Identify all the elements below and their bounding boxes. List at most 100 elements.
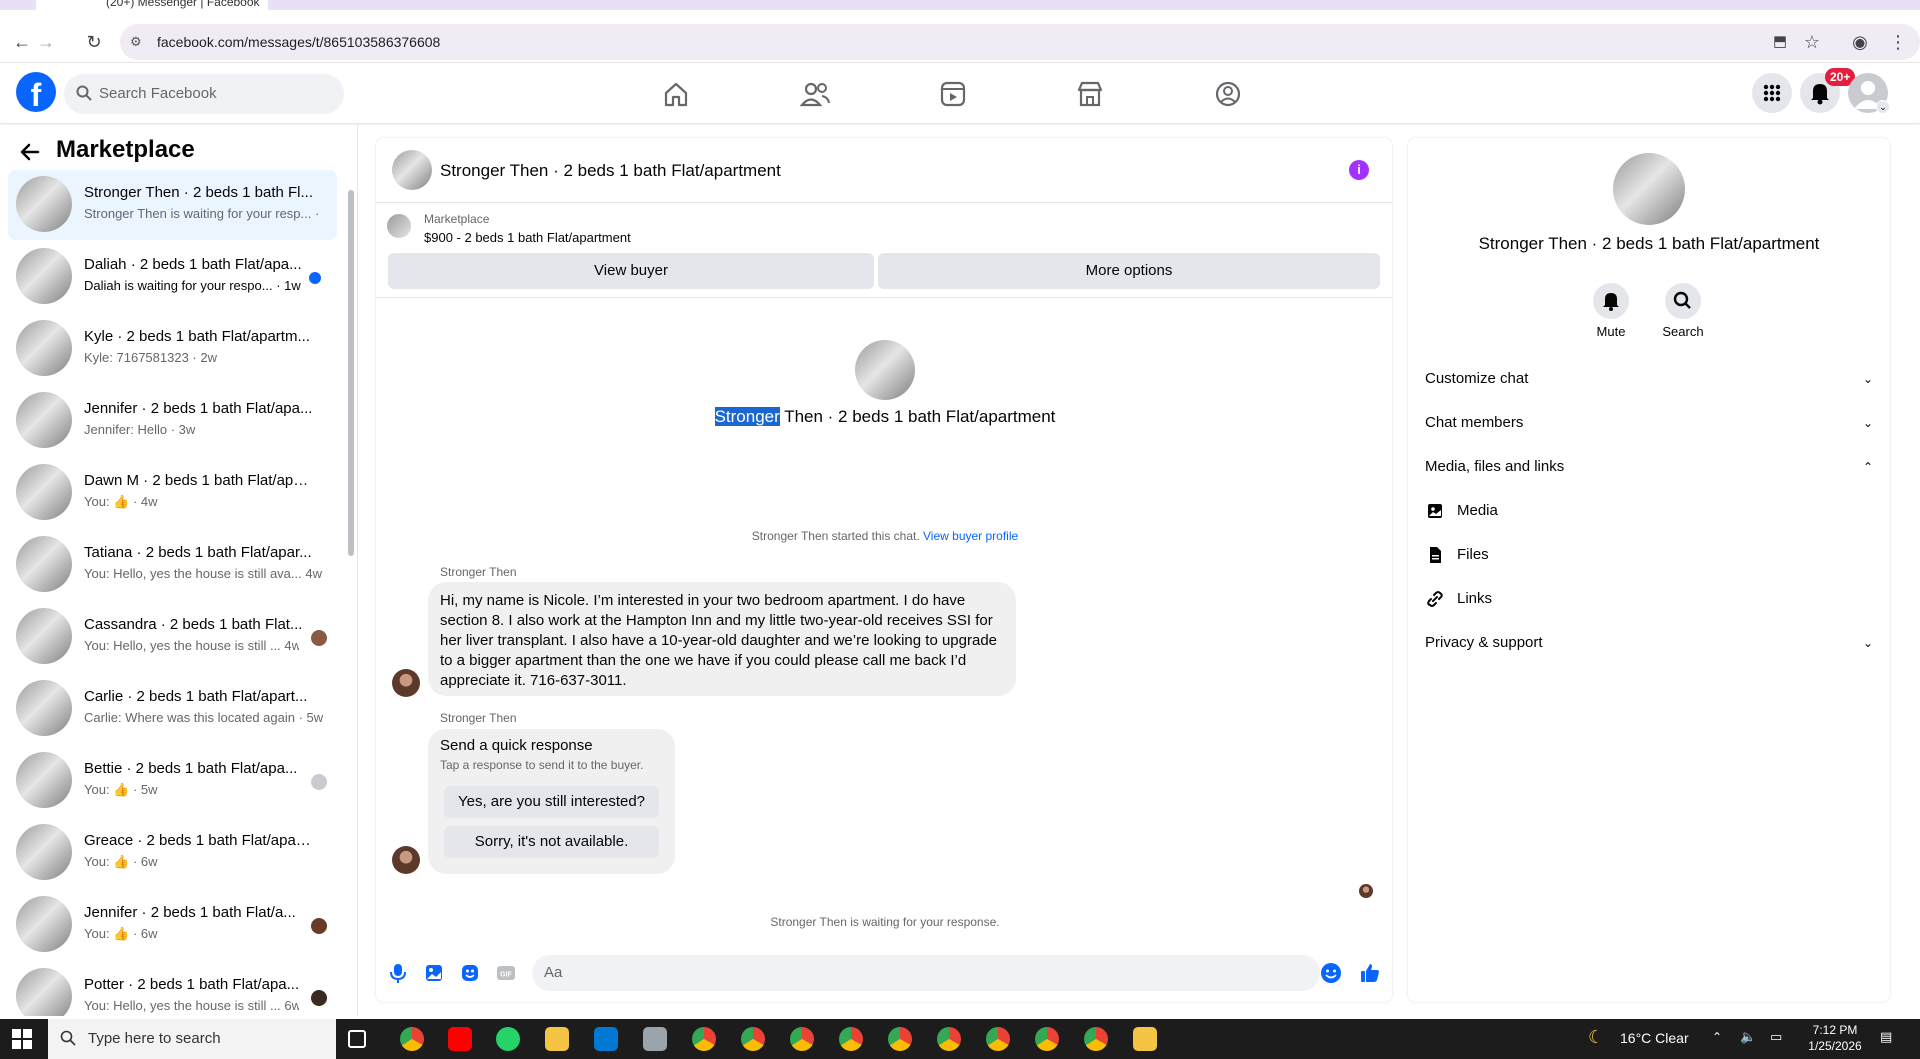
search-chat-icon[interactable] <box>1665 283 1701 319</box>
read-receipt-avatar <box>1359 884 1373 898</box>
browser-menu-icon[interactable]: ⋮ <box>1886 30 1910 54</box>
forward-icon[interactable]: → <box>34 30 58 54</box>
microphone-icon[interactable] <box>387 962 409 984</box>
sticker-icon[interactable] <box>459 962 481 984</box>
chrome-profile-icon[interactable] <box>839 1027 863 1051</box>
message-input[interactable] <box>532 955 1320 991</box>
conversation-item[interactable]: Cassandra · 2 beds 1 bath Flat... You: H… <box>8 602 337 672</box>
sender-avatar[interactable] <box>392 669 420 697</box>
chrome-icon[interactable] <box>400 1027 424 1051</box>
mute-label: Mute <box>1596 324 1626 339</box>
media-row[interactable]: Media <box>1425 493 1873 529</box>
file-explorer-icon[interactable] <box>545 1027 569 1051</box>
conversation-name: Bettie · 2 beds 1 bath Flat/apa... <box>84 760 298 777</box>
clock-time: 7:12 PM <box>1812 1023 1858 1037</box>
friends-icon[interactable] <box>795 78 835 110</box>
network-icon[interactable]: ▭ <box>1770 1029 1782 1045</box>
view-buyer-profile-link[interactable]: View buyer profile <box>923 529 1018 543</box>
conversation-item[interactable]: Bettie · 2 beds 1 bath Flat/apa... You: … <box>8 746 337 816</box>
facebook-logo-icon[interactable]: f <box>16 72 56 112</box>
whatsapp-icon[interactable] <box>496 1027 520 1051</box>
chrome-profile-icon[interactable] <box>888 1027 912 1051</box>
chrome-profile-icon[interactable] <box>692 1027 716 1051</box>
sender-avatar[interactable] <box>392 846 420 874</box>
windows-start-icon[interactable] <box>12 1029 32 1049</box>
conversation-item[interactable]: Jennifer · 2 beds 1 bath Flat/apa... Jen… <box>8 386 337 456</box>
taskbar-clock[interactable]: 7:12 PM 1/25/2026 <box>1800 1022 1870 1054</box>
chrome-profile-icon[interactable] <box>986 1027 1010 1051</box>
site-info-icon[interactable]: ⚙ <box>130 34 142 50</box>
bookmark-star-icon[interactable]: ☆ <box>1800 30 1824 54</box>
conversation-item[interactable]: Dawn M · 2 beds 1 bath Flat/apa... You: … <box>8 458 337 528</box>
conversation-item[interactable]: Stronger Then · 2 beds 1 bath Fl... Stro… <box>8 170 337 240</box>
message-bubble[interactable]: Hi, my name is Nicole. I’m interested in… <box>428 582 1016 696</box>
view-buyer-button[interactable]: View buyer <box>388 253 874 289</box>
conversation-item[interactable]: Tatiana · 2 beds 1 bath Flat/apar... You… <box>8 530 337 600</box>
chat-title[interactable]: Stronger Then · 2 beds 1 bath Flat/apart… <box>440 161 781 181</box>
more-options-button[interactable]: More options <box>878 253 1380 289</box>
chevron-up-icon: ⌃ <box>1862 460 1873 474</box>
back-arrow-icon[interactable] <box>18 140 42 164</box>
chrome-profile-icon[interactable] <box>937 1027 961 1051</box>
links-row[interactable]: Links <box>1425 581 1873 617</box>
privacy-support-row[interactable]: Privacy & support ⌄ <box>1425 625 1873 661</box>
home-icon[interactable] <box>656 78 696 110</box>
app-icon[interactable] <box>643 1027 667 1051</box>
chevron-down-icon: ⌄ <box>1862 636 1873 650</box>
notifications-center-icon[interactable]: ▤ <box>1880 1029 1892 1045</box>
gif-icon[interactable]: GIF <box>495 962 517 984</box>
conversation-item[interactable]: Potter · 2 beds 1 bath Flat/apa... You: … <box>8 962 337 1016</box>
gaming-icon[interactable] <box>1208 78 1248 110</box>
chrome-profile-icon[interactable] <box>790 1027 814 1051</box>
chrome-profile-icon[interactable] <box>741 1027 765 1051</box>
task-view-icon[interactable] <box>348 1030 366 1048</box>
media-files-links-row[interactable]: Media, files and links ⌃ <box>1425 449 1873 485</box>
links-label: Links <box>1457 590 1493 607</box>
chat-members-row[interactable]: Chat members ⌄ <box>1425 405 1873 441</box>
menu-grid-icon[interactable] <box>1752 73 1792 113</box>
chrome-profile-icon[interactable] <box>1084 1027 1108 1051</box>
chat-members-label: Chat members <box>1425 414 1524 431</box>
conversation-item[interactable]: Jennifer · 2 beds 1 bath Flat/a... You: … <box>8 890 337 960</box>
conversation-preview: Stronger Then is waiting for your resp..… <box>84 206 320 221</box>
profile-icon[interactable]: ◉ <box>1848 30 1872 54</box>
account-chevron-down-icon[interactable]: ⌄ <box>1876 100 1890 114</box>
chat-avatar[interactable] <box>392 150 432 190</box>
back-icon[interactable]: ← <box>10 30 34 54</box>
conversation-preview: You: Hello, yes the house is still ava..… <box>84 566 322 581</box>
weather-moon-icon: ☾ <box>1588 1027 1605 1047</box>
conversation-item[interactable]: Carlie · 2 beds 1 bath Flat/apart... Car… <box>8 674 337 744</box>
mute-bell-icon[interactable] <box>1593 283 1629 319</box>
message-input-placeholder: Aa <box>544 964 563 981</box>
like-thumb-icon[interactable] <box>1359 962 1381 984</box>
install-app-icon[interactable]: ⬒ <box>1768 30 1792 54</box>
conversation-item[interactable]: Greace · 2 beds 1 bath Flat/apart... You… <box>8 818 337 888</box>
weather-text[interactable]: 16°C Clear <box>1620 1030 1689 1046</box>
message-line: to a bigger apartment than the one we ha… <box>440 652 967 669</box>
customize-chat-row[interactable]: Customize chat ⌄ <box>1425 361 1873 397</box>
info-icon[interactable]: i <box>1349 160 1369 180</box>
chrome-profile-icon[interactable] <box>1035 1027 1059 1051</box>
youtube-icon[interactable] <box>448 1027 472 1051</box>
folder-icon[interactable] <box>1133 1027 1157 1051</box>
tray-chevron-up-icon[interactable]: ⌃ <box>1712 1030 1722 1044</box>
conversation-item[interactable]: Daliah · 2 beds 1 bath Flat/apa... Dalia… <box>8 242 337 312</box>
sidebar-scrollbar[interactable] <box>348 190 354 556</box>
video-icon[interactable] <box>933 78 973 110</box>
marketplace-icon[interactable] <box>1070 78 1110 110</box>
photo-icon[interactable] <box>423 962 445 984</box>
svg-text:GIF: GIF <box>500 972 512 979</box>
emoji-icon[interactable] <box>1320 962 1342 984</box>
quick-response-yes-button[interactable]: Yes, are you still interested? <box>444 786 659 818</box>
conversation-item[interactable]: Kyle · 2 beds 1 bath Flat/apartm... Kyle… <box>8 314 337 384</box>
seen-avatar <box>311 990 327 1006</box>
store-icon[interactable] <box>594 1027 618 1051</box>
taskbar-search-placeholder: Type here to search <box>88 1030 221 1047</box>
files-row[interactable]: Files <box>1425 537 1873 573</box>
reload-icon[interactable]: ↻ <box>82 30 106 54</box>
speaker-icon[interactable]: 🔈 <box>1740 1029 1756 1045</box>
details-name: Stronger Then · 2 beds 1 bath Flat/apart… <box>1478 234 1820 253</box>
browser-tab[interactable]: (20+) Messenger | Facebook <box>36 0 268 10</box>
listing-avatar <box>16 392 72 448</box>
quick-response-sorry-button[interactable]: Sorry, it's not available. <box>444 826 659 858</box>
